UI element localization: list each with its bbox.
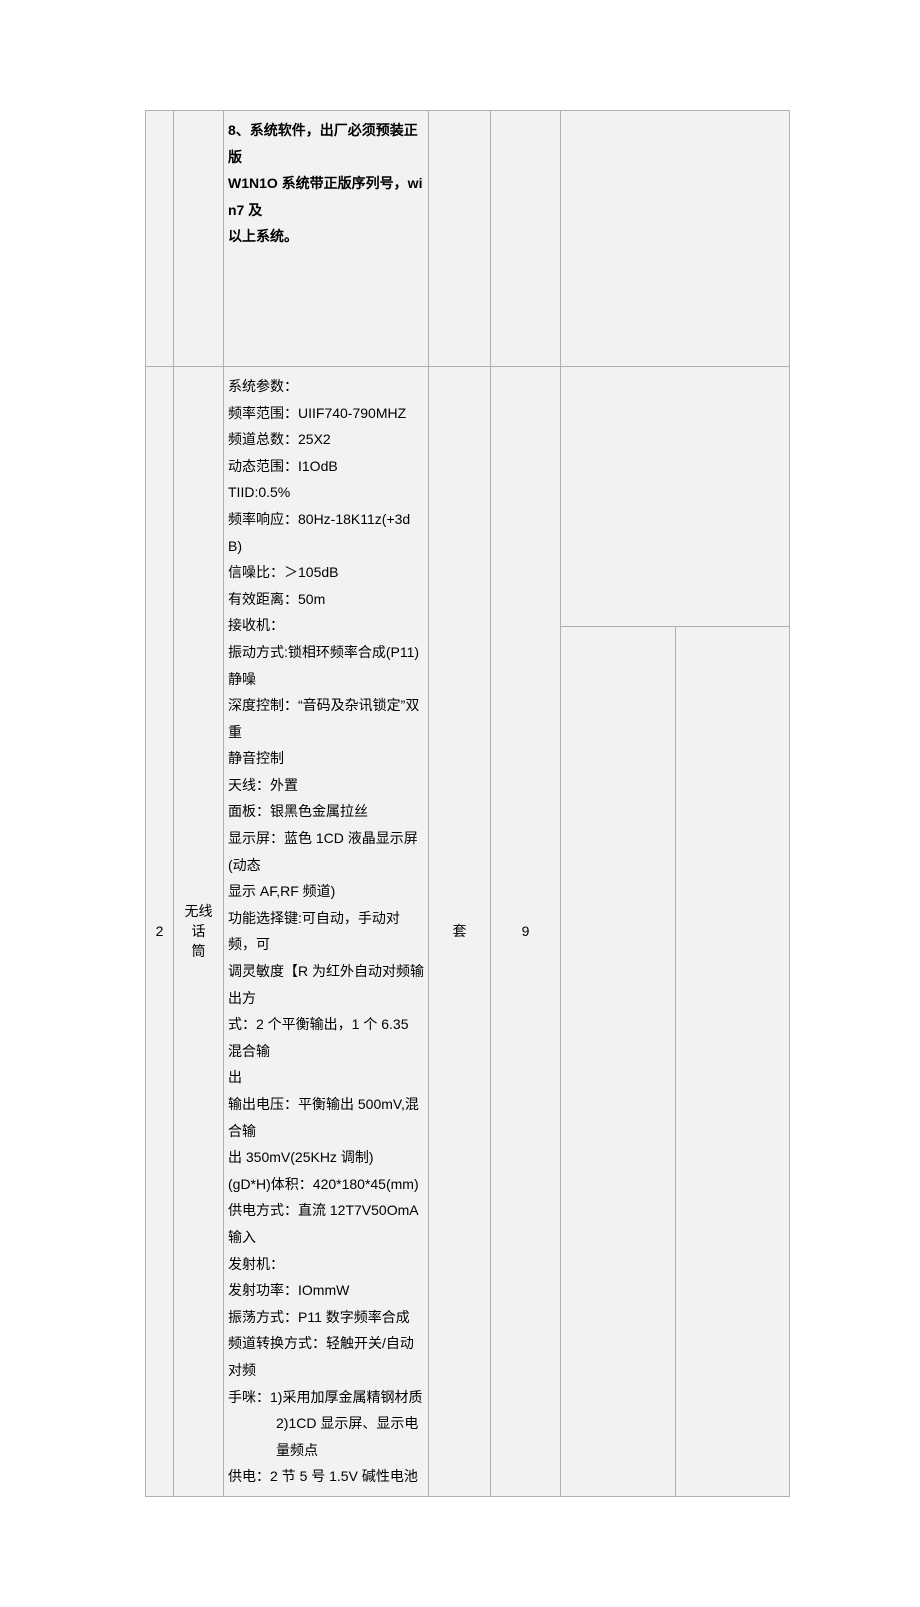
spec-line: 频率范围：UIIF740-790MHZ <box>228 400 424 427</box>
cell-spec: 8、系统软件，出厂必须预装正版W1N1O 系统带正版序列号，win7 及以上系统… <box>224 111 429 367</box>
spec-line: 调灵敏度【R 为红外自动对频输出方 <box>228 958 424 1011</box>
cell-blank-lower-left <box>561 626 676 1496</box>
spec-line: W1N1O 系统带正版序列号，win7 及 <box>228 170 424 223</box>
spec-line: 发射功率：IOmmW <box>228 1277 424 1304</box>
spec-line: 深度控制：“音码及杂讯锁定”双重 <box>228 692 424 745</box>
spec-line: TIID:0.5% <box>228 479 424 506</box>
spec-line: 发射机： <box>228 1251 424 1278</box>
cell-name: 无线话 筒 <box>174 366 224 1496</box>
spec-line: 信噪比：＞105dB <box>228 559 424 586</box>
spec-line: 接收机： <box>228 612 424 639</box>
spec-line: 频率响应：80Hz-18K11z(+3dB) <box>228 506 424 559</box>
spec-line: 以上系统。 <box>228 223 424 250</box>
cell-blank <box>561 111 790 367</box>
cell-blank-upper <box>561 366 790 626</box>
cell-qty: 9 <box>491 366 561 1496</box>
spec-line: 显示屏：蓝色 1CD 液晶显示屏(动态 <box>228 825 424 878</box>
spec-line: 输出电压：平衡输出 500mV,混合输 <box>228 1091 424 1144</box>
spec-line: 动态范围：I1OdB <box>228 453 424 480</box>
spec-line: (gD*H)体积：420*180*45(mm) <box>228 1171 424 1198</box>
spec-line: 有效距离：50m <box>228 586 424 613</box>
name-line: 无线话 <box>185 903 213 939</box>
spec-line: 8、系统软件，出厂必须预装正版 <box>228 117 424 170</box>
spec-line: 振动方式:锁相环频率合成(P11)静噪 <box>228 639 424 692</box>
table-row: 2 无线话 筒 系统参数：频率范围：UIIF740-790MHZ频道总数：25X… <box>146 366 790 626</box>
spec-line: 出 <box>228 1064 424 1091</box>
spec-line: 静音控制 <box>228 745 424 772</box>
spec-table: 8、系统软件，出厂必须预装正版W1N1O 系统带正版序列号，win7 及以上系统… <box>145 110 790 1497</box>
spec-line: 功能选择键:可自动，手动对频，可 <box>228 905 424 958</box>
name-line: 筒 <box>192 943 206 959</box>
spec-line: 面板：银黑色金属拉丝 <box>228 798 424 825</box>
spec-line: 出 350mV(25KHz 调制) <box>228 1144 424 1171</box>
cell-spec: 系统参数：频率范围：UIIF740-790MHZ频道总数：25X2动态范围：I1… <box>224 366 429 1496</box>
spec-content: 8、系统软件，出厂必须预装正版W1N1O 系统带正版序列号，win7 及以上系统… <box>228 117 424 250</box>
spec-line: 天线：外置 <box>228 772 424 799</box>
spec-line: 供电：2 节 5 号 1.5V 碱性电池 <box>228 1463 424 1490</box>
spec-line: 手咪：1)采用加厚金属精钢材质 <box>228 1384 424 1411</box>
spec-line: 式：2 个平衡输出，1 个 6.35 混合输 <box>228 1011 424 1064</box>
cell-unit: 套 <box>429 366 491 1496</box>
spec-line: 频道总数：25X2 <box>228 426 424 453</box>
cell-index: 2 <box>146 366 174 1496</box>
cell-unit <box>429 111 491 367</box>
spec-line: 频道转换方式：轻触开关/自动对频 <box>228 1330 424 1383</box>
table-row: 8、系统软件，出厂必须预装正版W1N1O 系统带正版序列号，win7 及以上系统… <box>146 111 790 367</box>
cell-name <box>174 111 224 367</box>
spec-line: 振荡方式：P11 数字频率合成 <box>228 1304 424 1331</box>
spec-line: 供电方式：直流 12T7V50OmA 输入 <box>228 1197 424 1250</box>
cell-index <box>146 111 174 367</box>
spec-content: 系统参数：频率范围：UIIF740-790MHZ频道总数：25X2动态范围：I1… <box>228 373 424 1490</box>
cell-blank-lower-right <box>675 626 790 1496</box>
spec-line: 2)1CD 显示屏、显示电量频点 <box>228 1410 424 1463</box>
cell-qty <box>491 111 561 367</box>
spec-line: 系统参数： <box>228 373 424 400</box>
spec-line: 显示 AF,RF 频道) <box>228 878 424 905</box>
